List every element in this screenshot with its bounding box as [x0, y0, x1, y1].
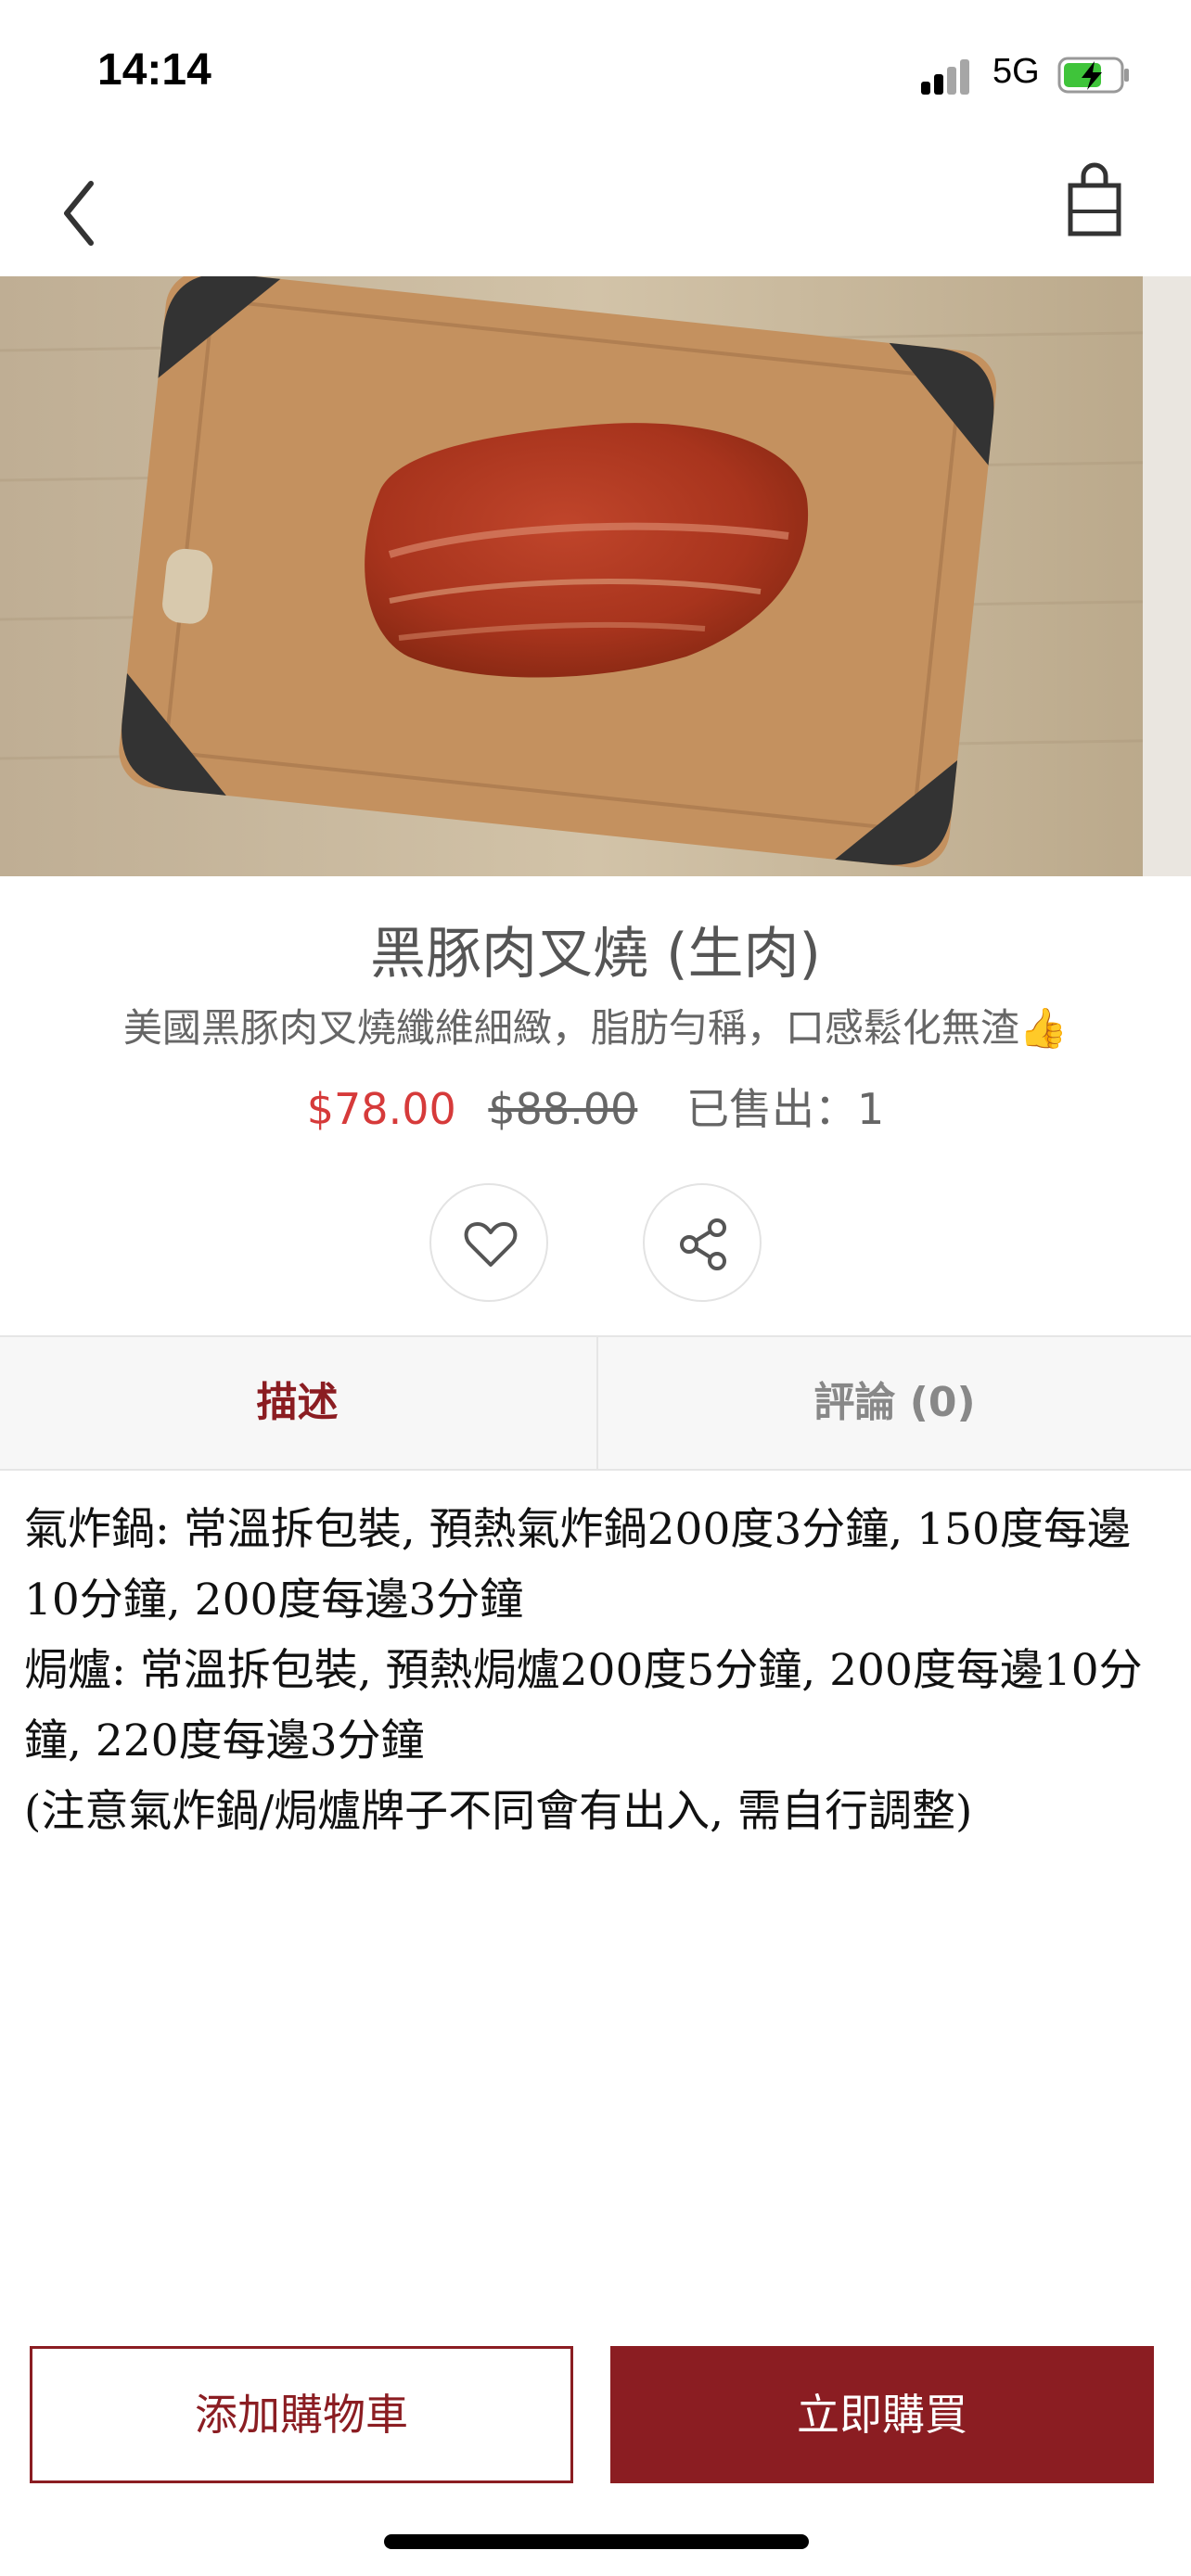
- battery-charging-icon: [1057, 57, 1129, 94]
- signal-icon: [921, 57, 977, 95]
- nav-bar: [0, 139, 1191, 278]
- product-title: 黑豚肉叉燒 (生肉): [370, 922, 821, 987]
- sold-count: 已售出：1: [685, 1084, 885, 1134]
- chevron-left-icon: [64, 181, 94, 246]
- original-price: $88.00: [488, 1084, 638, 1134]
- favorite-button[interactable]: [429, 1183, 548, 1302]
- heart-icon: [464, 1222, 518, 1267]
- description-line: (注意氣炸鍋/焗爐牌子不同會有出入, 需自行調整): [24, 1786, 973, 1837]
- description-line: 焗爐: 常溫拆包裝, 預熱焗爐200度5分鐘, 200度每邊10分鐘, 220度…: [24, 1645, 1143, 1766]
- status-bar: 14:14 5G: [0, 0, 1191, 139]
- network-label: 5G: [992, 52, 1040, 91]
- product-description: 氣炸鍋: 常溫拆包裝, 預熱氣炸鍋200度3分鐘, 150度每邊10分鐘, 20…: [24, 1495, 1165, 1847]
- add-to-cart-button[interactable]: 添加購物車: [30, 2346, 573, 2483]
- tab-reviews[interactable]: 評論 (0): [596, 1337, 1191, 1469]
- home-indicator[interactable]: [384, 2534, 809, 2549]
- price-row: $78.00 $88.00 已售出：1: [0, 1076, 1191, 1137]
- tab-description[interactable]: 描述: [0, 1337, 595, 1469]
- status-time: 14:14: [97, 45, 211, 95]
- product-image: [0, 276, 1191, 876]
- product-page: 14:14 5G 黑豚肉叉燒 (生肉) 美國黑豚肉叉燒纖維細緻，脂肪勻稱，口感鬆…: [0, 0, 1191, 2576]
- product-subtitle: 美國黑豚肉叉燒纖維細緻，脂肪勻稱，口感鬆化無渣👍: [122, 1005, 1069, 1051]
- buy-now-button[interactable]: 立即購買: [610, 2346, 1154, 2483]
- current-price: $78.00: [306, 1084, 456, 1134]
- shopping-bag-icon: [1068, 162, 1121, 236]
- detail-tabs: 描述 評論 (0): [0, 1335, 1191, 1471]
- share-icon: [680, 1218, 726, 1270]
- description-line: 氣炸鍋: 常溫拆包裝, 預熱氣炸鍋200度3分鐘, 150度每邊10分鐘, 20…: [24, 1504, 1131, 1626]
- cart-bag-button[interactable]: [1057, 158, 1132, 241]
- back-button[interactable]: [52, 176, 108, 250]
- share-button[interactable]: [643, 1183, 762, 1302]
